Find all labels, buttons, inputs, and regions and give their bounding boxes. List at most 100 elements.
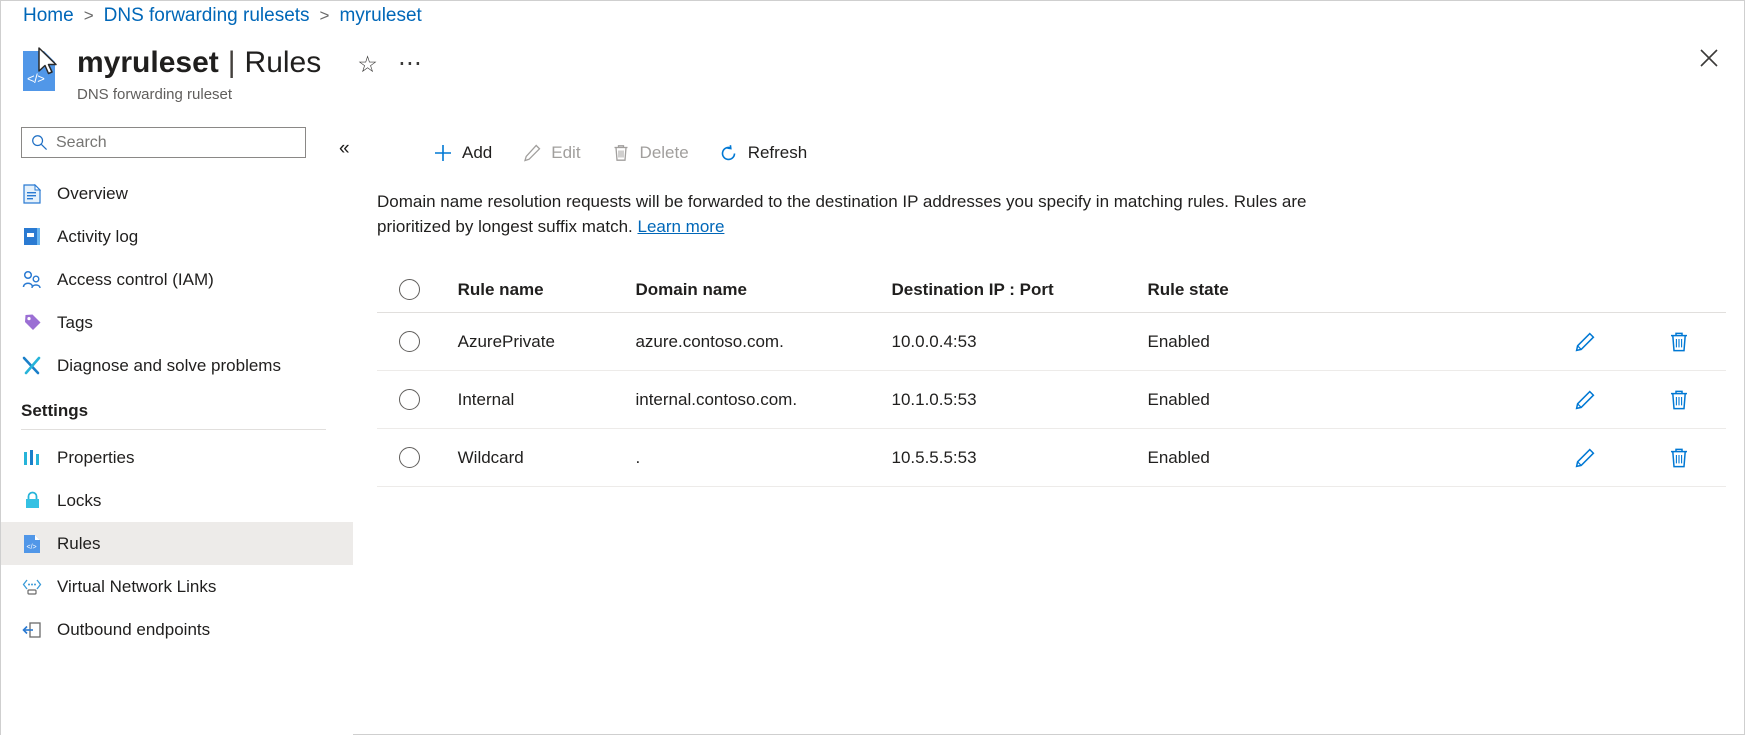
- table-row[interactable]: Internal internal.contoso.com. 10.1.0.5:…: [377, 371, 1726, 429]
- page-title-section: Rules: [245, 45, 322, 81]
- description-text: Domain name resolution requests will be …: [377, 189, 1357, 239]
- cell-domain-name: azure.contoso.com.: [635, 332, 891, 352]
- cell-destination: 10.5.5.5:53: [891, 448, 1147, 468]
- cell-rule-name: Internal: [458, 390, 636, 410]
- radio-unselected-icon[interactable]: [399, 331, 420, 352]
- outbound-endpoints-icon: [21, 619, 43, 641]
- ellipsis-icon[interactable]: ⋯: [398, 57, 424, 71]
- sidebar-item-label: Properties: [57, 448, 134, 468]
- pencil-icon: [1574, 331, 1596, 353]
- sidebar-item-label: Locks: [57, 491, 101, 511]
- row-delete-button[interactable]: [1632, 331, 1726, 353]
- collapse-sidebar-icon[interactable]: «: [339, 139, 350, 158]
- close-icon[interactable]: [1692, 41, 1726, 75]
- sidebar-item-tags[interactable]: Tags: [1, 301, 353, 344]
- column-header-destination[interactable]: Destination IP : Port: [891, 280, 1147, 300]
- refresh-icon: [719, 143, 739, 163]
- select-all-cell: [377, 279, 458, 300]
- plus-icon: [433, 143, 453, 163]
- sidebar-item-locks[interactable]: Locks: [1, 479, 353, 522]
- trash-icon: [1668, 447, 1690, 469]
- breadcrumb-separator-icon: >: [320, 6, 330, 26]
- row-edit-button[interactable]: [1538, 331, 1632, 353]
- add-button-label: Add: [462, 143, 492, 163]
- table-row[interactable]: Wildcard . 10.5.5.5:53 Enabled: [377, 429, 1726, 487]
- cell-rule-state: Enabled: [1148, 390, 1539, 410]
- sidebar-item-label: Outbound endpoints: [57, 620, 210, 640]
- azure-portal-blade: Home > DNS forwarding rulesets > myrules…: [0, 0, 1745, 735]
- cell-destination: 10.0.0.4:53: [891, 332, 1147, 352]
- cell-rule-state: Enabled: [1148, 332, 1539, 352]
- description-body: Domain name resolution requests will be …: [377, 192, 1307, 236]
- breadcrumb-item-home[interactable]: Home: [23, 5, 74, 27]
- sidebar-item-outbound-endpoints[interactable]: Outbound endpoints: [1, 608, 353, 651]
- row-delete-button[interactable]: [1632, 447, 1726, 469]
- learn-more-link[interactable]: Learn more: [637, 217, 724, 236]
- edit-button-label: Edit: [551, 143, 580, 163]
- sidebar-item-label: Overview: [57, 184, 128, 204]
- row-edit-button[interactable]: [1538, 389, 1632, 411]
- row-select-cell: [377, 331, 458, 352]
- sidebar-item-overview[interactable]: Overview: [1, 172, 353, 215]
- page-title: myruleset | Rules ☆ ⋯: [77, 45, 424, 81]
- row-delete-button[interactable]: [1632, 389, 1726, 411]
- sidebar-item-activity-log[interactable]: Activity log: [1, 215, 353, 258]
- page-subtitle: DNS forwarding ruleset: [77, 86, 424, 103]
- breadcrumb-item-dns-forwarding-rulesets[interactable]: DNS forwarding rulesets: [104, 5, 310, 27]
- search-box[interactable]: [21, 127, 306, 158]
- cell-domain-name: internal.contoso.com.: [635, 390, 891, 410]
- column-header-domain-name[interactable]: Domain name: [635, 280, 891, 300]
- sidebar-item-label: Access control (IAM): [57, 270, 214, 290]
- trash-icon: [1668, 389, 1690, 411]
- sidebar-item-diagnose-and-solve-problems[interactable]: Diagnose and solve problems: [1, 344, 353, 387]
- delete-button[interactable]: Delete: [599, 135, 701, 171]
- star-icon[interactable]: ☆: [357, 53, 378, 76]
- search-container: «: [21, 127, 306, 158]
- cell-domain-name: .: [635, 448, 891, 468]
- sidebar-group-settings: Settings: [1, 401, 353, 421]
- radio-unselected-icon[interactable]: [399, 447, 420, 468]
- dns-ruleset-icon: </>: [23, 51, 59, 91]
- sidebar-item-access-control[interactable]: Access control (IAM): [1, 258, 353, 301]
- pencil-icon: [1574, 447, 1596, 469]
- column-header-rule-state[interactable]: Rule state: [1148, 280, 1539, 300]
- table-row[interactable]: AzurePrivate azure.contoso.com. 10.0.0.4…: [377, 313, 1726, 371]
- trash-icon: [1668, 331, 1690, 353]
- breadcrumb-item-myruleset[interactable]: myruleset: [339, 5, 421, 27]
- cell-rule-name: AzurePrivate: [458, 332, 636, 352]
- cell-rule-state: Enabled: [1148, 448, 1539, 468]
- table-header-row: Rule name Domain name Destination IP : P…: [377, 267, 1726, 313]
- cell-rule-name: Wildcard: [458, 448, 636, 468]
- rules-icon: </>: [21, 533, 43, 555]
- virtual-network-links-icon: [21, 576, 43, 598]
- add-button[interactable]: Add: [421, 135, 504, 171]
- page-title-resource: myruleset: [77, 45, 219, 81]
- rules-table: Rule name Domain name Destination IP : P…: [377, 267, 1726, 487]
- radio-unselected-icon[interactable]: [399, 279, 420, 300]
- radio-unselected-icon[interactable]: [399, 389, 420, 410]
- access-control-icon: [21, 269, 43, 291]
- column-header-rule-name[interactable]: Rule name: [458, 280, 636, 300]
- delete-button-label: Delete: [640, 143, 689, 163]
- command-toolbar: Add Edit: [353, 129, 1744, 177]
- breadcrumb-separator-icon: >: [84, 6, 94, 26]
- cell-destination: 10.1.0.5:53: [891, 390, 1147, 410]
- sidebar-item-label: Rules: [57, 534, 100, 554]
- trash-icon: [611, 143, 631, 163]
- diagnose-icon: [21, 355, 43, 377]
- search-input[interactable]: [54, 133, 294, 153]
- sidebar-primary-items: Overview Activity log: [1, 172, 353, 387]
- page-title-block: </> myruleset | Rules ☆ ⋯ DNS forwarding…: [23, 45, 424, 103]
- sidebar-item-label: Tags: [57, 313, 93, 333]
- sidebar: « Overview: [1, 119, 353, 735]
- edit-button[interactable]: Edit: [510, 135, 592, 171]
- properties-icon: [21, 447, 43, 469]
- sidebar-item-virtual-network-links[interactable]: Virtual Network Links: [1, 565, 353, 608]
- sidebar-item-properties[interactable]: Properties: [1, 436, 353, 479]
- refresh-button[interactable]: Refresh: [707, 135, 820, 171]
- sidebar-item-rules[interactable]: </> Rules: [1, 522, 353, 565]
- row-edit-button[interactable]: [1538, 447, 1632, 469]
- row-select-cell: [377, 389, 458, 410]
- lock-icon: [21, 490, 43, 512]
- sidebar-item-label: Diagnose and solve problems: [57, 356, 281, 376]
